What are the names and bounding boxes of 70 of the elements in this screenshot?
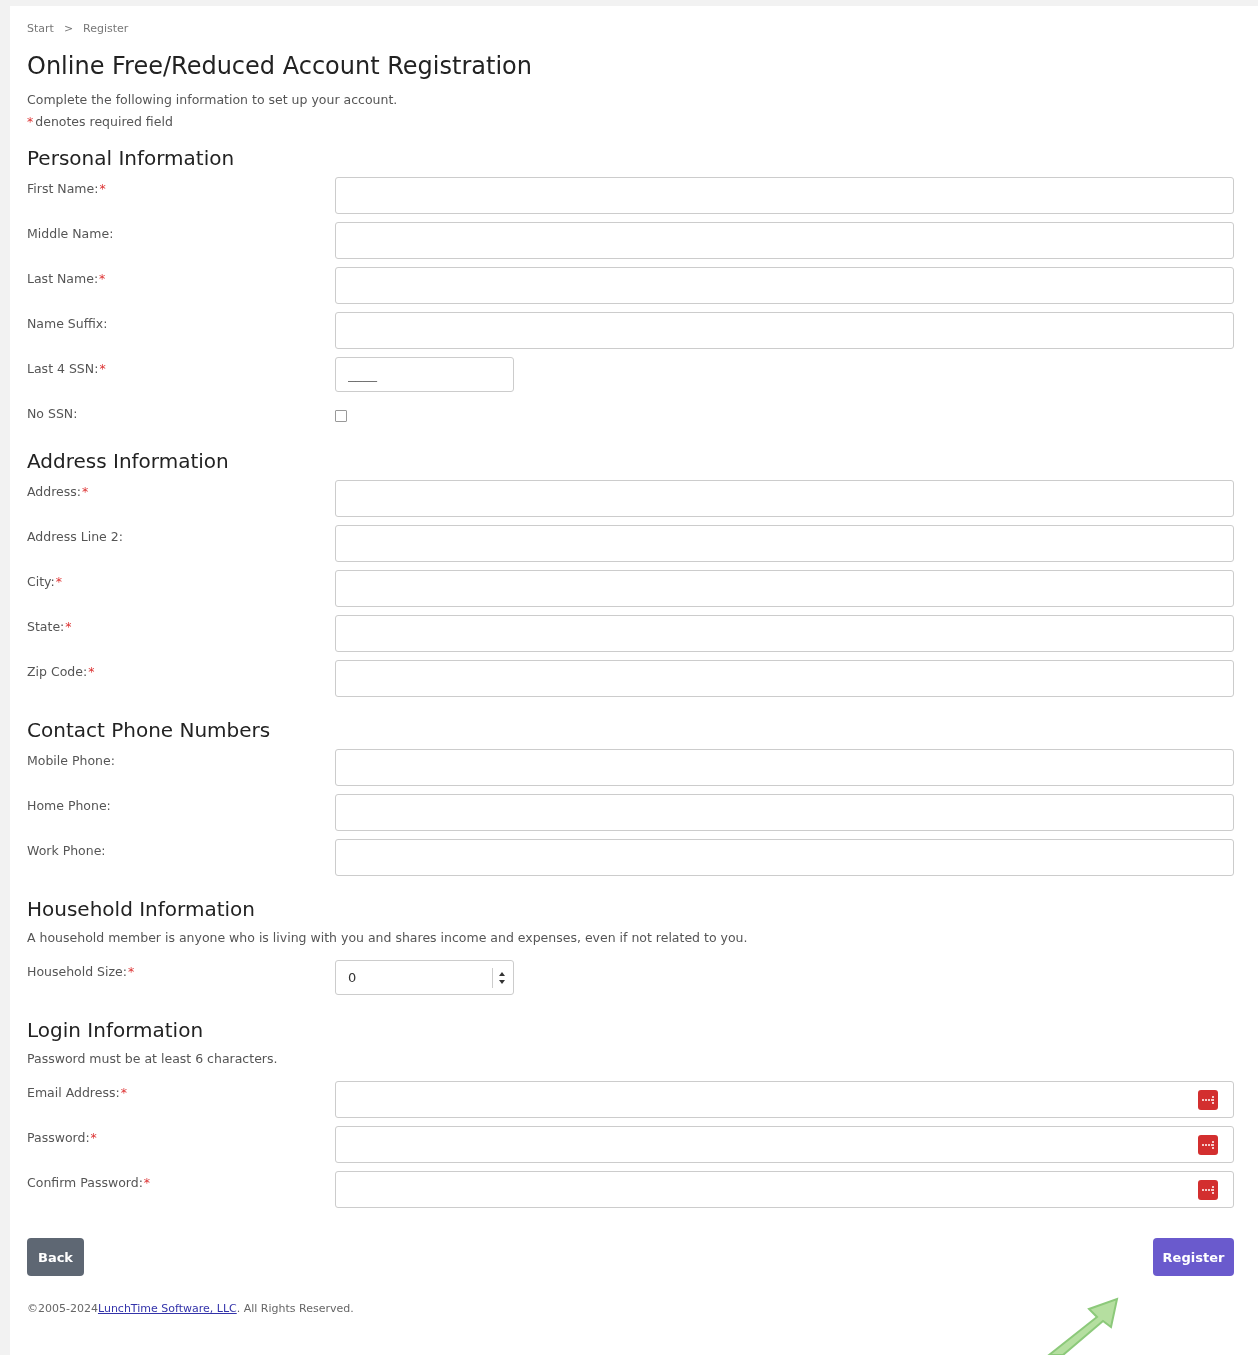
field-label: City: bbox=[27, 574, 55, 589]
field-label: Address Line 2: bbox=[27, 529, 123, 544]
required-mark: * bbox=[128, 964, 135, 979]
field-label: Middle Name: bbox=[27, 226, 114, 241]
text-field[interactable] bbox=[335, 749, 1234, 786]
field-label: Last Name: bbox=[27, 271, 99, 286]
field-label: Work Phone: bbox=[27, 843, 106, 858]
section-heading: Contact Phone Numbers bbox=[27, 717, 272, 744]
required-mark: * bbox=[120, 1085, 127, 1100]
section-heading: Address Information bbox=[27, 448, 230, 475]
register-button[interactable]: Register bbox=[1153, 1238, 1234, 1276]
text-field[interactable] bbox=[335, 222, 1234, 259]
field-label: Last 4 SSN: bbox=[27, 361, 99, 376]
required-mark: * bbox=[99, 361, 106, 376]
copyright-text: . All Rights Reserved. bbox=[236, 1302, 354, 1315]
field-label: Mobile Phone: bbox=[27, 753, 115, 768]
field-label: Address: bbox=[27, 484, 81, 499]
field-label: Password: bbox=[27, 1130, 90, 1145]
text-field[interactable] bbox=[335, 660, 1234, 697]
spinner-icon[interactable] bbox=[492, 967, 507, 988]
required-mark: * bbox=[88, 664, 95, 679]
section-note: A household member is anyone who is living with you and shares income and expenses, even if not related to you. bbox=[27, 929, 749, 947]
copyright-text: ©2005-2024 bbox=[27, 1302, 98, 1315]
field-label: State: bbox=[27, 619, 65, 634]
text-field[interactable] bbox=[335, 267, 1234, 304]
text-field[interactable] bbox=[335, 177, 1234, 214]
required-mark: * bbox=[99, 271, 106, 286]
text-field[interactable] bbox=[335, 839, 1234, 876]
text-field[interactable] bbox=[335, 1126, 1234, 1163]
field-label: Home Phone: bbox=[27, 798, 111, 813]
company-link[interactable]: LunchTime Software, LLC bbox=[97, 1302, 237, 1315]
section-heading: Household Information bbox=[27, 896, 256, 923]
required-mark: * bbox=[99, 181, 106, 196]
breadcrumb-link[interactable]: Register bbox=[83, 21, 129, 35]
password-manager-icon[interactable] bbox=[1198, 1089, 1218, 1110]
required-note: denotes required field bbox=[35, 114, 173, 129]
text-field[interactable] bbox=[335, 480, 1234, 517]
text-field[interactable] bbox=[335, 525, 1234, 562]
text-field[interactable] bbox=[335, 312, 1234, 349]
field-label: Zip Code: bbox=[27, 664, 88, 679]
required-mark: * bbox=[65, 619, 72, 634]
section-note: Password must be at least 6 characters. bbox=[27, 1050, 279, 1068]
field-label: Confirm Password: bbox=[27, 1175, 143, 1190]
field-label: Name Suffix: bbox=[27, 316, 108, 331]
text-field[interactable] bbox=[335, 1081, 1234, 1118]
field-label: Household Size: bbox=[27, 964, 127, 979]
field-label: Email Address: bbox=[27, 1085, 120, 1100]
field-label: First Name: bbox=[27, 181, 99, 196]
required-mark: * bbox=[143, 1175, 151, 1190]
text-field[interactable] bbox=[335, 570, 1234, 607]
number-field[interactable]: 0 bbox=[335, 960, 514, 995]
required-mark: * bbox=[55, 574, 63, 589]
breadcrumb-link[interactable]: Start bbox=[27, 21, 54, 35]
required-mark: * bbox=[90, 1130, 97, 1145]
back-button[interactable]: Back bbox=[27, 1238, 84, 1276]
text-field[interactable] bbox=[335, 615, 1234, 652]
breadcrumb-separator: > bbox=[63, 21, 74, 35]
text-field[interactable] bbox=[335, 794, 1234, 831]
section-heading: Login Information bbox=[27, 1017, 205, 1044]
page-title: Online Free/Reduced Account Registration bbox=[27, 51, 533, 81]
checkbox[interactable] bbox=[335, 410, 347, 422]
required-mark: * bbox=[82, 484, 89, 499]
password-manager-icon[interactable] bbox=[1198, 1134, 1218, 1155]
intro-text: Complete the following information to set up your account. bbox=[27, 91, 399, 109]
section-heading: Personal Information bbox=[27, 145, 236, 172]
text-field[interactable] bbox=[335, 1171, 1234, 1208]
field-label: No SSN: bbox=[27, 406, 78, 421]
ssn-field[interactable]: ____ bbox=[335, 357, 514, 392]
required-mark: * bbox=[27, 114, 34, 129]
password-manager-icon[interactable] bbox=[1198, 1179, 1218, 1200]
